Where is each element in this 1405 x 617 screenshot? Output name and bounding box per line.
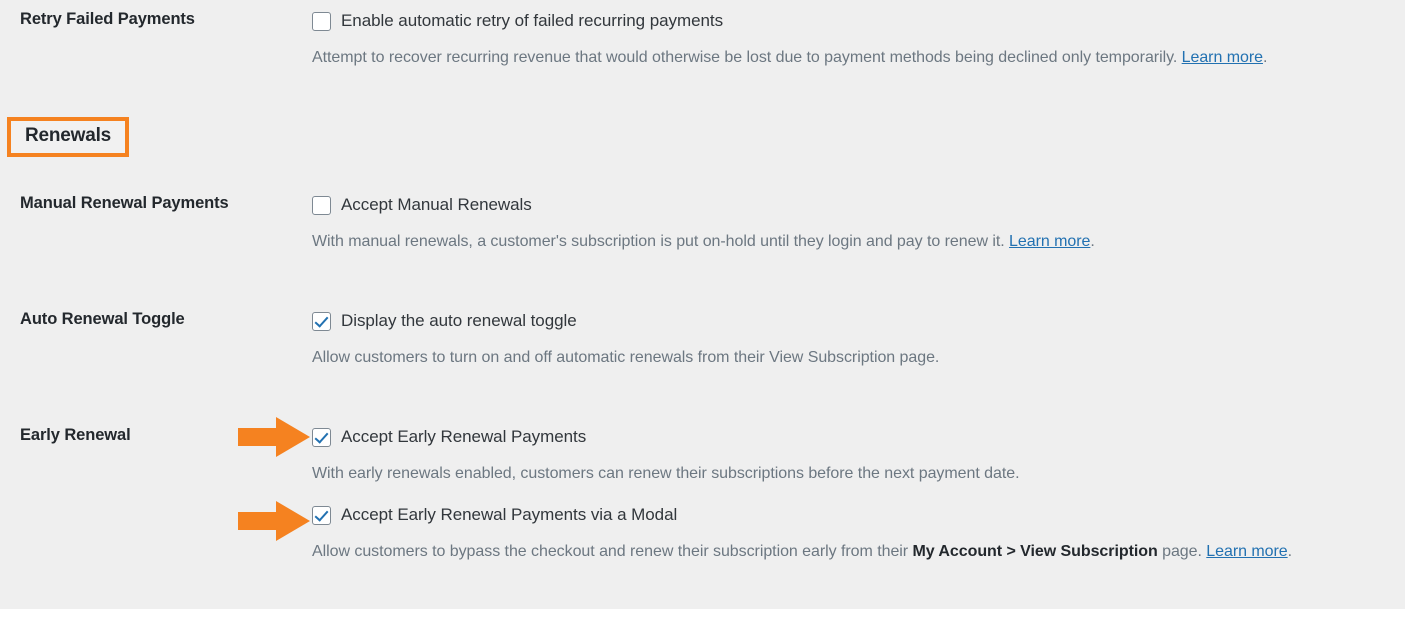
checkbox-accept-early-renewal-payments-via-modal[interactable] bbox=[312, 506, 331, 526]
setting-description-auto-renewal-toggle: Allow customers to turn on and off autom… bbox=[312, 349, 940, 367]
setting-label-auto-renewal-toggle: Auto Renewal Toggle bbox=[20, 310, 185, 328]
section-heading-renewals: Renewals bbox=[25, 125, 112, 146]
checkbox-row-enable-automatic-retry[interactable]: Enable automatic retry of failed recurri… bbox=[312, 10, 1382, 31]
checkbox-label-enable-automatic-retry: Enable automatic retry of failed recurri… bbox=[341, 11, 724, 30]
checkbox-row-display-auto-renewal-toggle[interactable]: Display the auto renewal toggle bbox=[312, 310, 1382, 331]
checkbox-label-accept-early-renewal-payments: Accept Early Renewal Payments bbox=[341, 427, 587, 446]
checkbox-row-accept-early-renewal-payments[interactable]: Accept Early Renewal Payments bbox=[312, 426, 1382, 447]
page-bottom-edge bbox=[0, 609, 1405, 617]
setting-field-manual-renewal-payments: Accept Manual Renewals With manual renew… bbox=[312, 194, 1382, 253]
description-suffix: . bbox=[1090, 233, 1095, 251]
learn-more-link-manual-renewal-payments[interactable]: Learn more bbox=[1009, 233, 1090, 250]
checkbox-display-auto-renewal-toggle[interactable] bbox=[312, 312, 331, 331]
learn-more-link-early-renewal-modal[interactable]: Learn more bbox=[1206, 543, 1287, 560]
checkbox-label-accept-early-renewal-payments-via-modal: Accept Early Renewal Payments via a Moda… bbox=[341, 505, 678, 525]
setting-field-auto-renewal-toggle: Display the auto renewal toggle Allow cu… bbox=[312, 310, 1382, 369]
setting-description-early-renewal-modal: Allow customers to bypass the checkout a… bbox=[312, 542, 1382, 563]
checkbox-accept-early-renewal-payments[interactable] bbox=[312, 428, 331, 447]
checkbox-label-display-auto-renewal-toggle: Display the auto renewal toggle bbox=[341, 311, 577, 330]
setting-field-retry-failed-payments: Enable automatic retry of failed recurri… bbox=[312, 10, 1382, 69]
arrow-head bbox=[276, 417, 310, 457]
settings-page: Retry Failed Payments Enable automatic r… bbox=[0, 0, 1405, 617]
checkbox-row-accept-early-renewal-payments-via-modal[interactable]: Accept Early Renewal Payments via a Moda… bbox=[312, 504, 1382, 526]
description-prefix: Allow customers to bypass the checkout a… bbox=[312, 543, 913, 561]
description-text: With manual renewals, a customer's subsc… bbox=[312, 233, 1005, 251]
arrow-shaft bbox=[238, 428, 280, 446]
description-suffix: . bbox=[1287, 543, 1293, 561]
setting-description-early-renewal: With early renewals enabled, customers c… bbox=[312, 465, 1020, 483]
checkbox-enable-automatic-retry[interactable] bbox=[312, 12, 331, 31]
arrow-head bbox=[276, 501, 310, 541]
setting-label-retry-failed-payments: Retry Failed Payments bbox=[20, 10, 195, 28]
section-heading-highlight-box: Renewals bbox=[7, 117, 130, 157]
arrow-shaft bbox=[238, 512, 280, 530]
setting-field-early-renewal: Accept Early Renewal Payments With early… bbox=[312, 426, 1382, 563]
setting-label-manual-renewal-payments: Manual Renewal Payments bbox=[20, 194, 229, 212]
setting-description-manual-renewal-payments: With manual renewals, a customer's subsc… bbox=[312, 232, 1382, 253]
description-suffix: . bbox=[1262, 49, 1268, 67]
right-arrow-icon-early-renewal bbox=[238, 417, 310, 457]
setting-description-retry-failed-payments: Attempt to recover recurring revenue tha… bbox=[312, 48, 1382, 69]
checkbox-accept-manual-renewals[interactable] bbox=[312, 196, 331, 215]
description-middle: page. bbox=[1157, 543, 1207, 561]
right-arrow-icon-early-renewal-modal bbox=[238, 501, 310, 541]
learn-more-link-retry-failed-payments[interactable]: Learn more bbox=[1182, 49, 1263, 66]
checkbox-row-accept-manual-renewals[interactable]: Accept Manual Renewals bbox=[312, 194, 1382, 215]
description-bold-path: My Account > View Subscription bbox=[912, 543, 1158, 561]
checkbox-label-accept-manual-renewals: Accept Manual Renewals bbox=[341, 195, 532, 214]
description-text: Attempt to recover recurring revenue tha… bbox=[312, 49, 1178, 67]
